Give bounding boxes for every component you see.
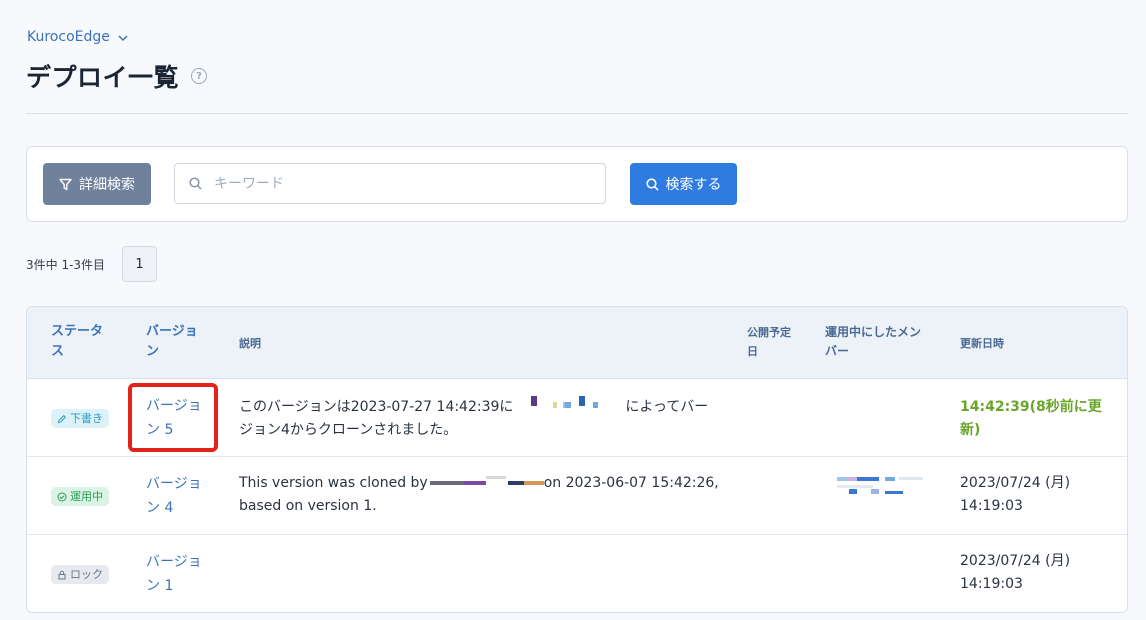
description-text: This version was cloned by on 2023-06-07…: [239, 472, 719, 518]
table-header: ステータス バージョン 説明 公開予定日 運用中にしたメンバー 更新日時: [27, 307, 1127, 379]
table-row: ロック バージョン 1 2023/07/24 (月) 14:19:03: [27, 535, 1127, 612]
updated-time: 2023/07/24 (月) 14:19:03: [960, 475, 1071, 514]
result-count: 3件中 1-3件目: [26, 258, 106, 272]
description-prefix: This version was cloned by: [239, 475, 428, 491]
version-link[interactable]: バージョン 1: [146, 550, 214, 598]
redacted-name: [513, 396, 625, 414]
status-badge-active: 運用中: [51, 487, 109, 506]
status-label: 下書き: [70, 412, 103, 425]
header-status[interactable]: ステータス: [51, 322, 111, 362]
keyword-field[interactable]: [174, 163, 606, 204]
site-name: KurocoEdge: [27, 29, 110, 45]
magnifier-icon: [645, 177, 659, 191]
advanced-search-button[interactable]: 詳細検索: [43, 163, 151, 205]
site-switcher[interactable]: KurocoEdge: [27, 29, 128, 45]
search-panel: 詳細検索 検索する: [26, 146, 1128, 222]
deploy-table: ステータス バージョン 説明 公開予定日 運用中にしたメンバー 更新日時 下書き…: [26, 306, 1128, 613]
header-divider: [26, 113, 1128, 114]
search-button[interactable]: 検索する: [630, 163, 737, 205]
lock-icon: [58, 570, 66, 579]
keyword-input[interactable]: [214, 175, 594, 192]
check-circle-icon: [57, 492, 67, 501]
header-publish-date[interactable]: 公開予定日: [747, 323, 791, 361]
page-title: デプロイ一覧: [26, 63, 180, 92]
header-version[interactable]: バージョン: [146, 322, 202, 362]
page-title-row: デプロイ一覧 ?: [26, 58, 208, 94]
funnel-icon: [59, 178, 72, 190]
version-link[interactable]: バージョン 4: [146, 472, 214, 520]
advanced-search-label: 詳細検索: [79, 177, 135, 193]
header-operator[interactable]: 運用中にしたメンバー: [825, 323, 921, 361]
page-button-1[interactable]: 1: [122, 246, 157, 282]
header-description: 説明: [239, 337, 261, 350]
highlight-box: [128, 383, 218, 452]
description-prefix: このバージョンは2023-07-27 14:42:39に: [239, 399, 514, 415]
operator-redacted: [835, 477, 925, 499]
help-icon[interactable]: ?: [191, 68, 208, 84]
redacted-name: [428, 476, 544, 490]
status-label: 運用中: [70, 490, 103, 503]
chevron-down-icon: [118, 32, 128, 45]
updated-time: 2023/07/24 (月) 14:19:03: [960, 553, 1071, 592]
description-text: このバージョンは2023-07-27 14:42:39に によってバージョン4か…: [239, 396, 719, 442]
table-row: 運用中 バージョン 4 This version was cloned by o…: [27, 457, 1127, 535]
status-badge-locked: ロック: [51, 565, 109, 584]
header-updated[interactable]: 更新日時: [960, 334, 1004, 354]
pencil-icon: [57, 414, 67, 423]
status-label: ロック: [70, 568, 103, 581]
updated-time: 14:42:39(8秒前に更新): [960, 399, 1102, 438]
search-button-label: 検索する: [665, 177, 722, 193]
magnifier-icon: [189, 177, 202, 190]
status-badge-draft: 下書き: [51, 409, 109, 428]
